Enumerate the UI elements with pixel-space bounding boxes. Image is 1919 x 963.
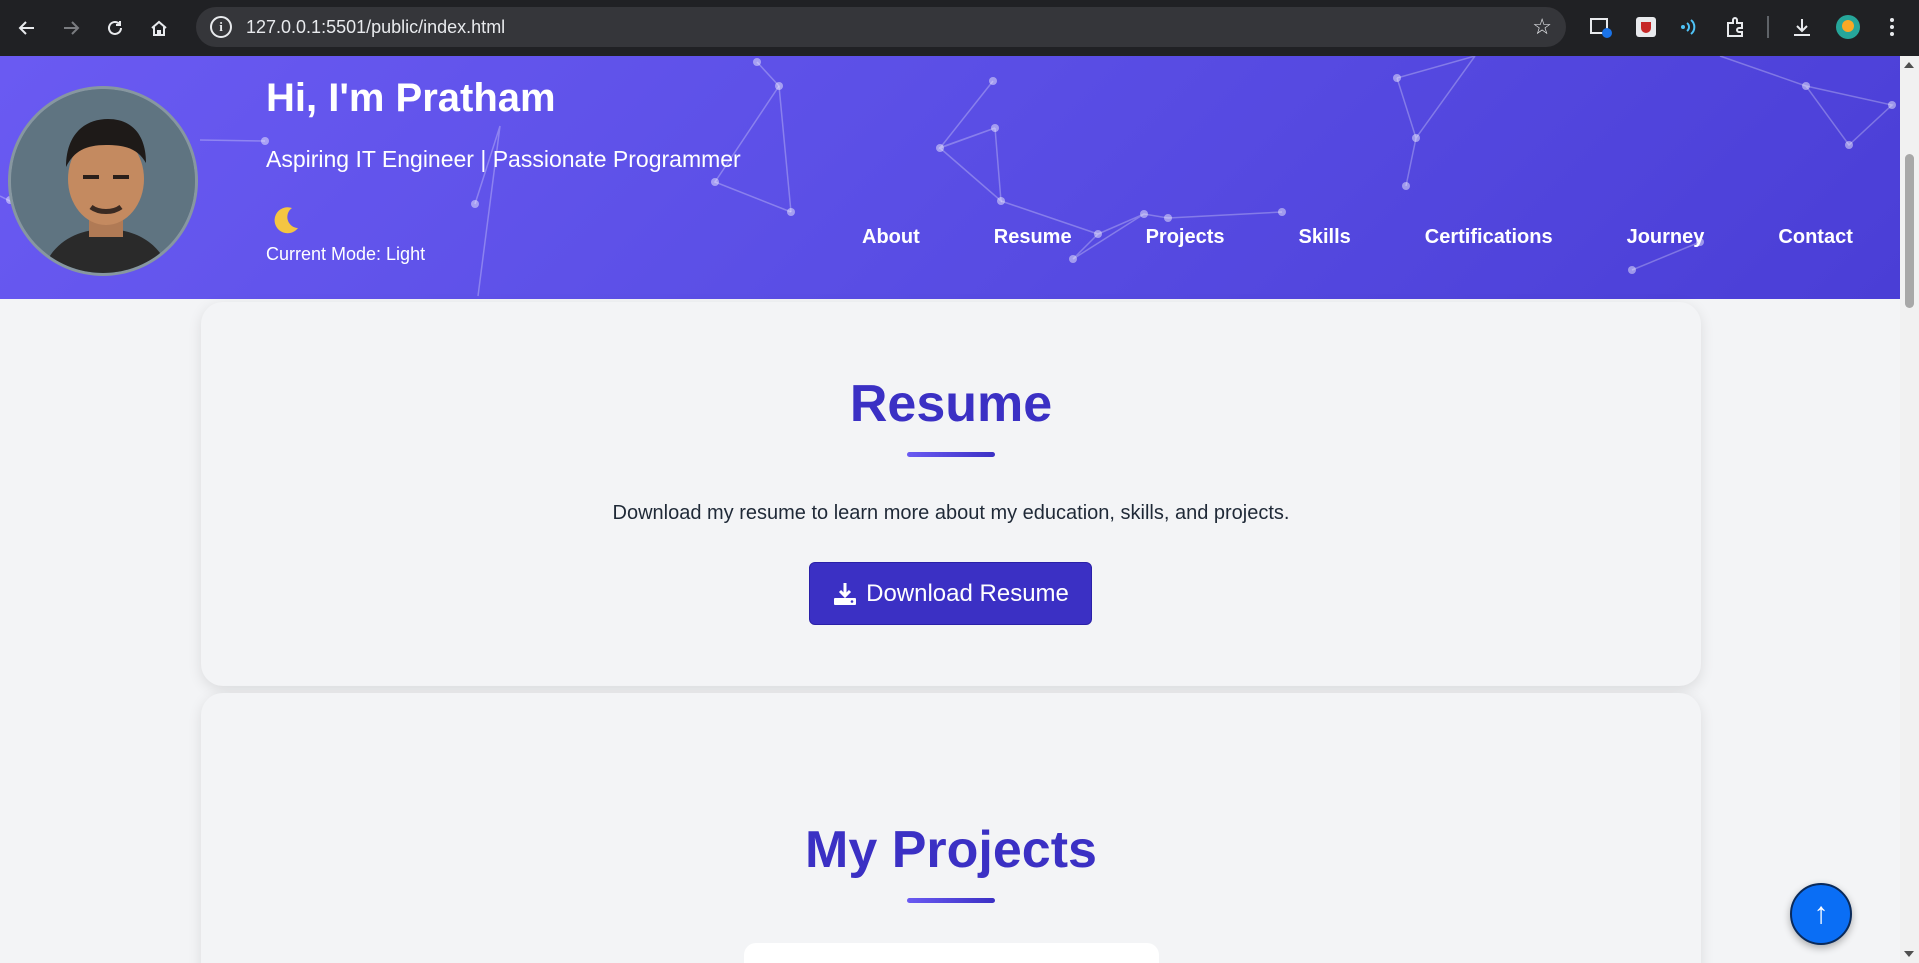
nav-about[interactable]: About (862, 226, 920, 249)
home-icon (151, 20, 167, 36)
nav-journey[interactable]: Journey (1627, 226, 1705, 249)
person-portrait-icon (11, 89, 195, 273)
hero-title: Hi, I'm Pratham (266, 76, 556, 120)
scroll-to-top-button[interactable]: ↑ (1790, 883, 1852, 945)
resume-title-underline (907, 452, 995, 457)
moon-icon (274, 207, 298, 234)
nav-resume[interactable]: Resume (994, 226, 1072, 249)
resume-section: Resume Download my resume to learn more … (201, 302, 1701, 686)
browser-menu-icon[interactable] (1877, 12, 1907, 42)
forward-button[interactable] (54, 11, 88, 45)
url-text[interactable]: 127.0.0.1:5501/public/index.html (246, 17, 505, 38)
nav-certifications[interactable]: Certifications (1425, 226, 1553, 249)
arrow-up-icon: ↑ (1813, 897, 1829, 930)
site-info-icon[interactable]: i (210, 16, 232, 38)
projects-section: My Projects (201, 693, 1701, 963)
browser-toolbar: i 127.0.0.1:5501/public/index.html ☆ (0, 0, 1919, 56)
back-arrow-icon (18, 21, 34, 35)
nav-skills[interactable]: Skills (1299, 226, 1351, 249)
page-scrollbar[interactable] (1900, 56, 1919, 963)
download-resume-label: Download Resume (866, 579, 1069, 607)
downloads-icon[interactable] (1787, 12, 1817, 42)
toolbar-divider (1767, 16, 1769, 38)
extension-shield-icon[interactable] (1631, 12, 1661, 42)
tab-search-icon[interactable] (1586, 12, 1616, 42)
hero-subtitle: Aspiring IT Engineer | Passionate Progra… (266, 146, 741, 172)
nav-contact[interactable]: Contact (1778, 226, 1852, 249)
scrollbar-thumb[interactable] (1905, 154, 1914, 308)
back-button[interactable] (10, 11, 44, 45)
download-resume-button[interactable]: Download Resume (809, 562, 1092, 625)
forward-arrow-icon (64, 21, 80, 35)
profile-avatar-icon[interactable] (1833, 12, 1863, 42)
theme-toggle-button[interactable] (270, 204, 304, 238)
reload-icon (108, 20, 122, 35)
profile-photo (8, 86, 198, 276)
address-bar[interactable]: i 127.0.0.1:5501/public/index.html ☆ (196, 7, 1566, 47)
resume-description: Download my resume to learn more about m… (612, 502, 1290, 524)
bookmark-star-icon[interactable]: ☆ (1532, 14, 1552, 40)
scroll-down-arrow-icon[interactable] (1904, 951, 1914, 957)
site-header: Hi, I'm Pratham Aspiring IT Engineer | P… (0, 56, 1900, 299)
download-icon (834, 582, 857, 605)
theme-mode-label: Current Mode: Light (266, 244, 426, 264)
main-navigation: About Resume Projects Skills Certificati… (862, 226, 1853, 249)
projects-title-underline (907, 898, 995, 903)
projects-title: My Projects (805, 821, 1097, 879)
home-button[interactable] (142, 11, 176, 45)
reload-button[interactable] (98, 11, 132, 45)
scroll-up-arrow-icon[interactable] (1904, 62, 1914, 68)
read-aloud-icon[interactable] (1675, 12, 1705, 42)
nav-projects[interactable]: Projects (1146, 226, 1225, 249)
resume-title: Resume (849, 375, 1053, 433)
extensions-puzzle-icon[interactable] (1720, 12, 1750, 42)
project-card[interactable] (744, 943, 1159, 963)
